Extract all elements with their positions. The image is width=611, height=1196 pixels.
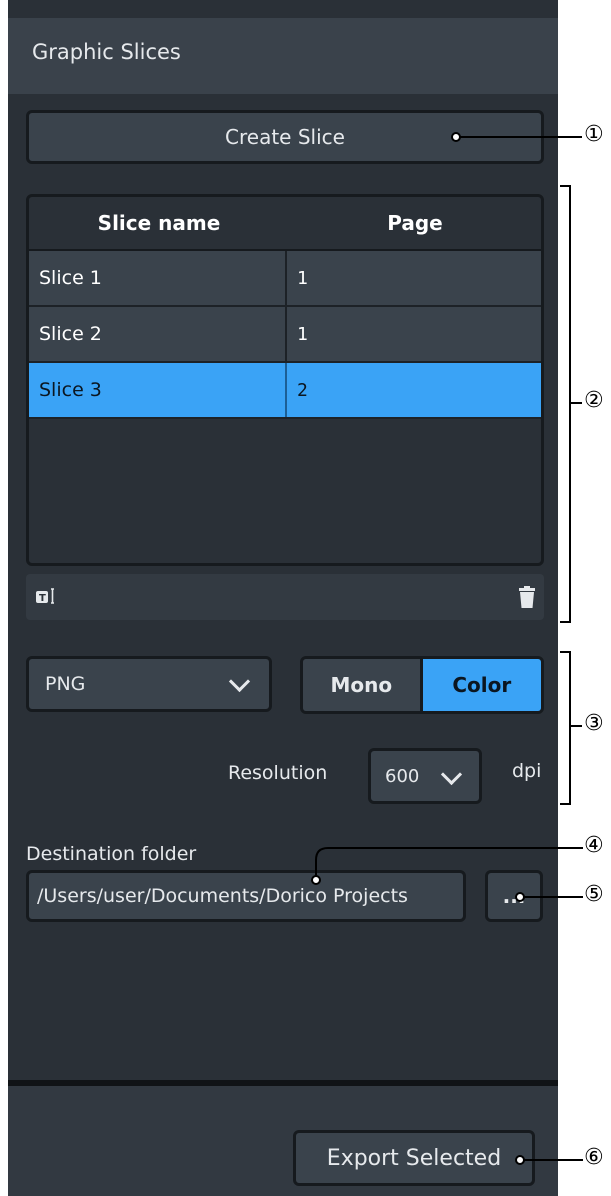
text-slice-icon[interactable]: T [36,586,62,611]
resolution-unit: dpi [512,760,542,782]
chevron-down-icon [440,763,463,786]
format-dropdown[interactable]: PNG [26,656,272,712]
color-mode-toggle: Mono Color [300,656,544,714]
graphic-slices-panel: Graphic Slices Create Slice Slice name P… [8,0,558,1196]
slices-table: Slice name Page Slice 1 1 Slice 2 1 Slic… [26,194,544,566]
resolution-label: Resolution [228,762,328,784]
table-header: Slice name Page [29,197,541,251]
column-header-page[interactable]: Page [289,197,541,249]
callout-3: ③ [584,711,604,736]
panel-title: Graphic Slices [32,40,181,64]
table-toolbar: T [26,574,544,620]
table-row[interactable]: Slice 2 1 [29,307,541,363]
callout-1: ① [584,122,604,147]
chevron-down-icon [228,670,251,693]
page-cell: 1 [297,323,308,345]
callout-4: ④ [584,833,604,858]
page-cell: 2 [297,379,308,401]
destination-folder-label: Destination folder [26,843,197,865]
slice-name-cell: Slice 1 [29,251,287,305]
resolution-dropdown[interactable]: 600 [368,748,482,804]
trash-icon[interactable] [518,586,536,613]
panel-header: Graphic Slices [8,18,558,94]
callout-6: ⑥ [584,1145,604,1170]
slice-name-cell: Slice 2 [29,307,287,361]
mono-option[interactable]: Mono [303,659,423,711]
column-header-slice-name[interactable]: Slice name [29,197,289,249]
callout-5: ⑤ [584,882,604,907]
table-row[interactable]: Slice 1 1 [29,251,541,307]
format-value: PNG [45,673,86,695]
export-selected-button[interactable]: Export Selected [293,1130,535,1186]
callout-2: ② [584,388,604,413]
svg-text:T: T [39,593,46,604]
destination-path-field[interactable]: /Users/user/Documents/Dorico Projects [26,870,466,922]
create-slice-button[interactable]: Create Slice [26,110,544,164]
color-option[interactable]: Color [422,659,541,711]
slice-name-cell: Slice 3 [29,363,287,417]
browse-button[interactable]: ... [485,870,543,922]
table-row-selected[interactable]: Slice 3 2 [29,363,541,419]
resolution-value: 600 [385,766,420,787]
page-cell: 1 [297,267,308,289]
